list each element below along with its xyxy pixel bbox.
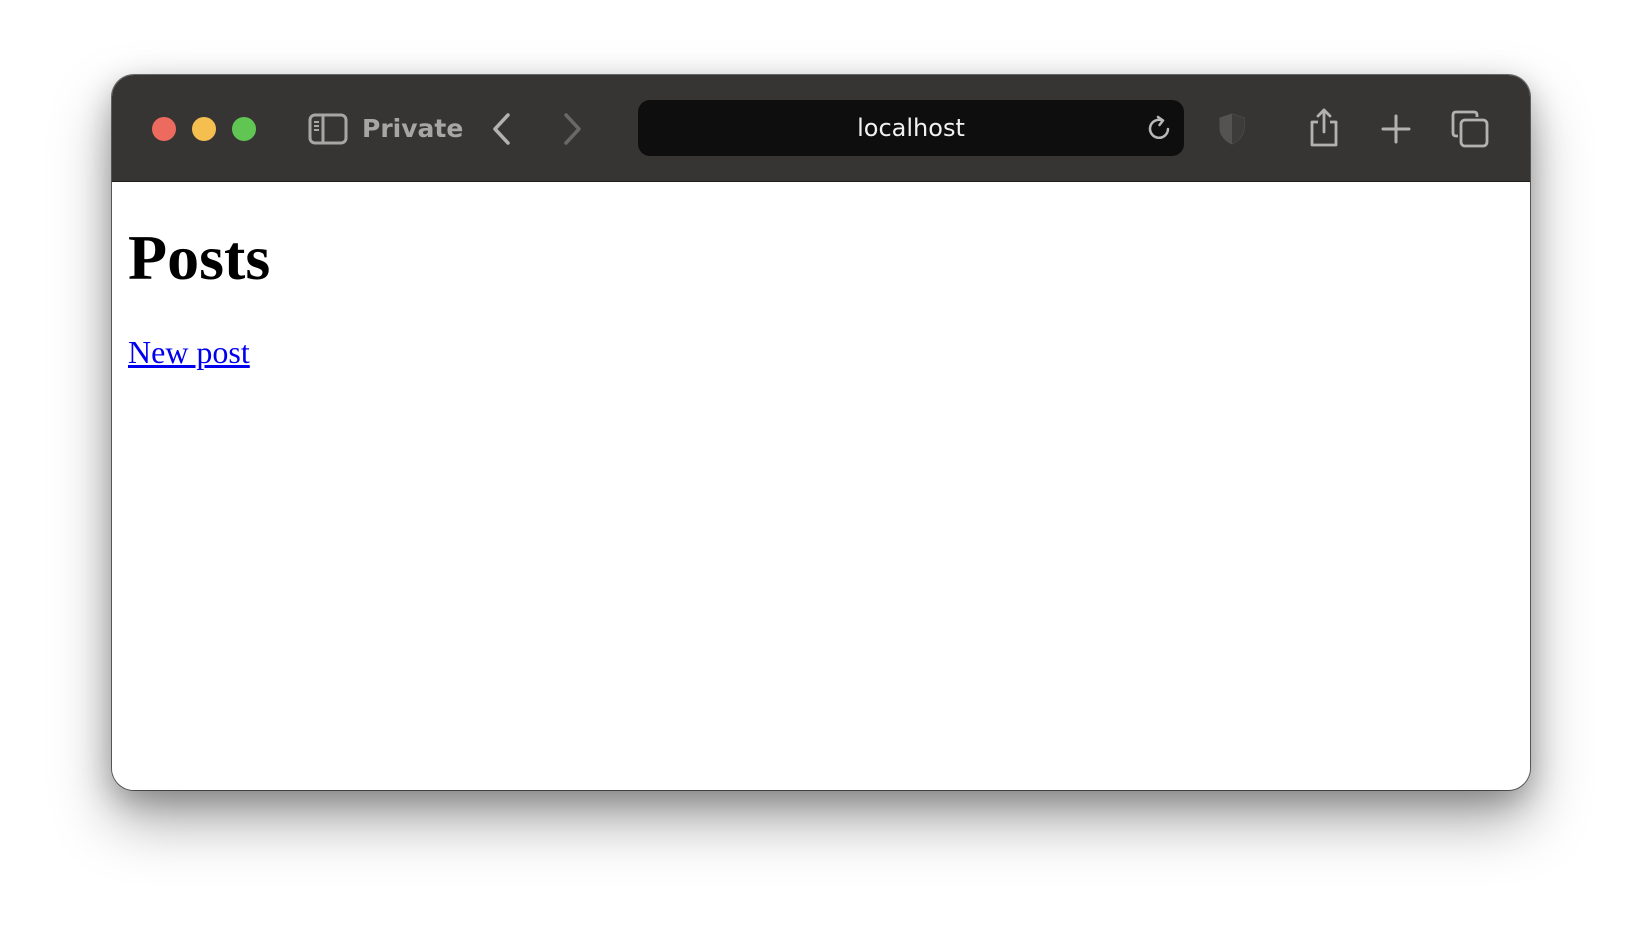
new-tab-button[interactable] <box>1376 109 1416 149</box>
browser-window: Private localhost Posts New post <box>112 75 1530 790</box>
forward-button[interactable] <box>552 109 592 149</box>
tabs-overview-icon <box>1451 110 1489 148</box>
reload-button[interactable] <box>1144 112 1176 144</box>
shield-icon <box>1219 113 1245 145</box>
privacy-report-button[interactable] <box>1212 109 1252 149</box>
forward-chevron-icon <box>564 113 581 145</box>
address-text: localhost <box>857 114 965 142</box>
page-content: Posts New post <box>112 182 1530 790</box>
back-button[interactable] <box>482 109 522 149</box>
minimize-window-button[interactable] <box>192 117 216 141</box>
close-window-button[interactable] <box>152 117 176 141</box>
sidebar-toggle-button[interactable] <box>308 109 348 149</box>
page-title: Posts <box>128 222 271 293</box>
plus-icon <box>1381 114 1411 144</box>
browser-toolbar: Private localhost <box>112 75 1530 182</box>
zoom-window-button[interactable] <box>232 117 256 141</box>
private-mode-label: Private <box>362 114 464 143</box>
tab-overview-button[interactable] <box>1450 109 1490 149</box>
share-icon <box>1310 108 1338 147</box>
reload-icon <box>1148 115 1170 140</box>
sidebar-icon <box>308 113 348 145</box>
share-button[interactable] <box>1304 105 1344 151</box>
address-bar[interactable]: localhost <box>638 100 1184 156</box>
new-post-link[interactable]: New post <box>128 332 250 372</box>
back-chevron-icon <box>493 113 510 145</box>
